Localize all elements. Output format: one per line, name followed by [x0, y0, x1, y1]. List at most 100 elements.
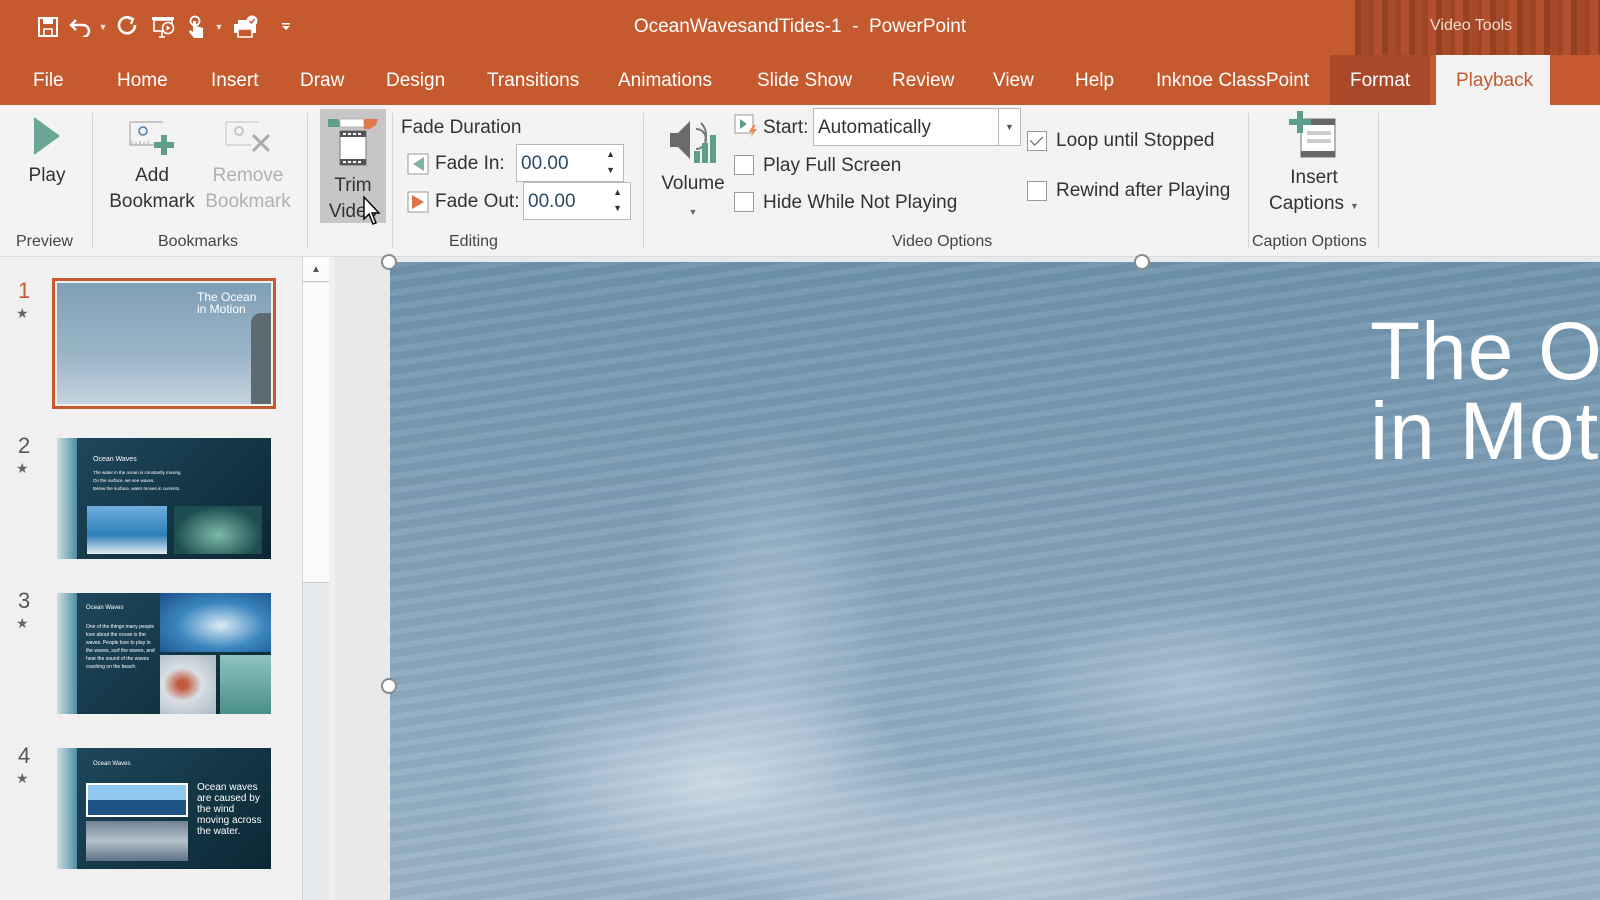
- insert-captions-button[interactable]: Insert Captions ▼: [1258, 111, 1370, 219]
- tab-design[interactable]: Design: [380, 55, 451, 105]
- start-dropdown[interactable]: Automatically ▼: [813, 108, 1021, 146]
- thumbnails-scrollbar[interactable]: ▲: [302, 257, 329, 900]
- group-label-caption-options: Caption Options: [1252, 233, 1367, 250]
- insert-captions-icon: [1289, 111, 1336, 158]
- play-button[interactable]: Play: [22, 115, 72, 189]
- fade-out-value: 00.00: [528, 191, 576, 212]
- fade-in-increment[interactable]: ▲: [606, 149, 615, 159]
- kids-photo: [220, 655, 271, 714]
- ocean-photo: [86, 821, 188, 861]
- tab-playback[interactable]: Playback: [1436, 55, 1550, 105]
- hide-while-not-playing-label: Hide While Not Playing: [763, 192, 958, 213]
- wave-photo: [174, 506, 262, 554]
- scrollbar-thumb[interactable]: [303, 283, 329, 583]
- slide-thumbnail-2[interactable]: Ocean Waves The water in the ocean is co…: [57, 438, 271, 559]
- tab-home[interactable]: Home: [111, 55, 174, 105]
- document-name: OceanWavesandTides-1: [633, 16, 842, 37]
- tab-format[interactable]: Format: [1330, 55, 1431, 105]
- group-separator: [1378, 113, 1379, 248]
- surfer-photo: [160, 593, 271, 652]
- resize-handle-top-left[interactable]: [381, 254, 397, 270]
- fade-out-label: Fade Out:: [435, 191, 520, 212]
- group-separator: [307, 113, 308, 248]
- slide-number: 2: [18, 433, 31, 458]
- fade-out-spinner[interactable]: 00.00 ▲ ▼: [523, 182, 631, 220]
- group-label-bookmarks: Bookmarks: [158, 233, 239, 250]
- add-bookmark-button[interactable]: Add Bookmark: [106, 119, 198, 215]
- animation-star-icon: ★: [16, 460, 29, 476]
- slide-thumbnail-1[interactable]: The Ocean in Motion: [52, 278, 276, 409]
- rewind-after-playing-checkbox[interactable]: [1027, 181, 1047, 201]
- rewind-after-playing-label: Rewind after Playing: [1056, 180, 1231, 201]
- thumb-title: Ocean Waves: [93, 456, 137, 463]
- tab-slide-show[interactable]: Slide Show: [751, 55, 858, 105]
- play-icon: [34, 117, 60, 155]
- tab-insert[interactable]: Insert: [205, 55, 265, 105]
- fade-out-icon: [407, 191, 429, 213]
- chevron-down-icon: ▼: [998, 109, 1020, 145]
- loop-until-stopped-label: Loop until Stopped: [1056, 130, 1215, 151]
- tab-help[interactable]: Help: [1069, 55, 1120, 105]
- fade-duration-label: Fade Duration: [401, 117, 522, 138]
- mouse-cursor-icon: [363, 195, 381, 225]
- slide-thumbnail-3[interactable]: Ocean Waves One of the things many peopl…: [57, 593, 271, 714]
- tab-draw[interactable]: Draw: [294, 55, 350, 105]
- add-bookmark-icon: [129, 121, 174, 155]
- current-slide-video[interactable]: The Oceanin Motion: [390, 262, 1600, 900]
- group-label-preview: Preview: [16, 233, 73, 250]
- slide-thumbnail-4[interactable]: Ocean Waves Ocean waves are caused by th…: [57, 748, 271, 869]
- fade-in-label: Fade In:: [435, 153, 505, 174]
- scroll-up-button[interactable]: ▲: [303, 257, 329, 282]
- tab-view[interactable]: View: [987, 55, 1040, 105]
- animation-star-icon: ★: [16, 615, 29, 631]
- start-value: Automatically: [818, 117, 931, 138]
- group-separator: [1248, 113, 1249, 248]
- fade-in-decrement[interactable]: ▼: [606, 165, 615, 175]
- thumb-title: Ocean Waves: [86, 605, 124, 611]
- slide-thumbnails-pane: 1 ★ The Ocean in Motion 2 ★ Ocean Waves …: [0, 257, 335, 900]
- play-full-screen-checkbox[interactable]: [734, 155, 754, 175]
- wave-photo: [87, 506, 167, 554]
- slide-title: The Oceanin Motion: [1370, 306, 1600, 477]
- remove-bookmark-button[interactable]: Remove Bookmark: [202, 119, 294, 215]
- tab-animations[interactable]: Animations: [612, 55, 718, 105]
- fade-out-increment[interactable]: ▲: [613, 187, 622, 197]
- trim-video-icon: [328, 118, 378, 166]
- loop-until-stopped-checkbox[interactable]: [1027, 131, 1047, 151]
- chevron-down-icon: ▼: [1350, 201, 1359, 211]
- ribbon-playback: Play Preview Add Bookmark Remove Bookmar…: [0, 105, 1600, 257]
- volume-button[interactable]: Volume ▼: [655, 115, 731, 225]
- play-full-screen-label: Play Full Screen: [763, 155, 902, 176]
- video-tools-label: Video Tools: [1430, 17, 1513, 34]
- animation-star-icon: ★: [16, 770, 29, 786]
- slide-number: 1: [18, 278, 31, 303]
- resize-handle-middle-left[interactable]: [381, 678, 397, 694]
- group-label-editing: Editing: [449, 233, 498, 250]
- fade-in-icon: [407, 153, 429, 175]
- cliff-image: [251, 313, 271, 404]
- group-separator: [392, 113, 393, 248]
- hide-while-not-playing-checkbox[interactable]: [734, 192, 754, 212]
- animation-star-icon: ★: [16, 305, 29, 321]
- start-label: Start:: [763, 117, 809, 138]
- thumb-title: Ocean Waves: [93, 761, 131, 767]
- tab-transitions[interactable]: Transitions: [481, 55, 585, 105]
- resize-handle-top-middle[interactable]: [1134, 254, 1150, 270]
- thumb-title: The Ocean in Motion: [197, 290, 257, 316]
- tab-inknoe-classpoint[interactable]: Inknoe ClassPoint: [1150, 55, 1315, 105]
- remove-bookmark-icon: [225, 121, 271, 153]
- slide-number: 4: [18, 743, 31, 768]
- app-name: PowerPoint: [868, 16, 967, 37]
- slide-number: 3: [18, 588, 31, 613]
- fade-out-decrement[interactable]: ▼: [613, 203, 622, 213]
- group-separator: [643, 113, 644, 248]
- ribbon-tabs: File Home Insert Draw Design Transitions…: [0, 55, 1600, 105]
- volume-dropdown-arrow: ▼: [688, 207, 698, 217]
- tab-review[interactable]: Review: [886, 55, 960, 105]
- group-separator: [92, 113, 93, 248]
- wave-diagram: [86, 783, 188, 817]
- fade-in-spinner[interactable]: 00.00 ▲ ▼: [516, 144, 624, 182]
- child-photo: [160, 655, 216, 714]
- volume-icon: [670, 121, 716, 163]
- tab-file[interactable]: File: [27, 55, 70, 105]
